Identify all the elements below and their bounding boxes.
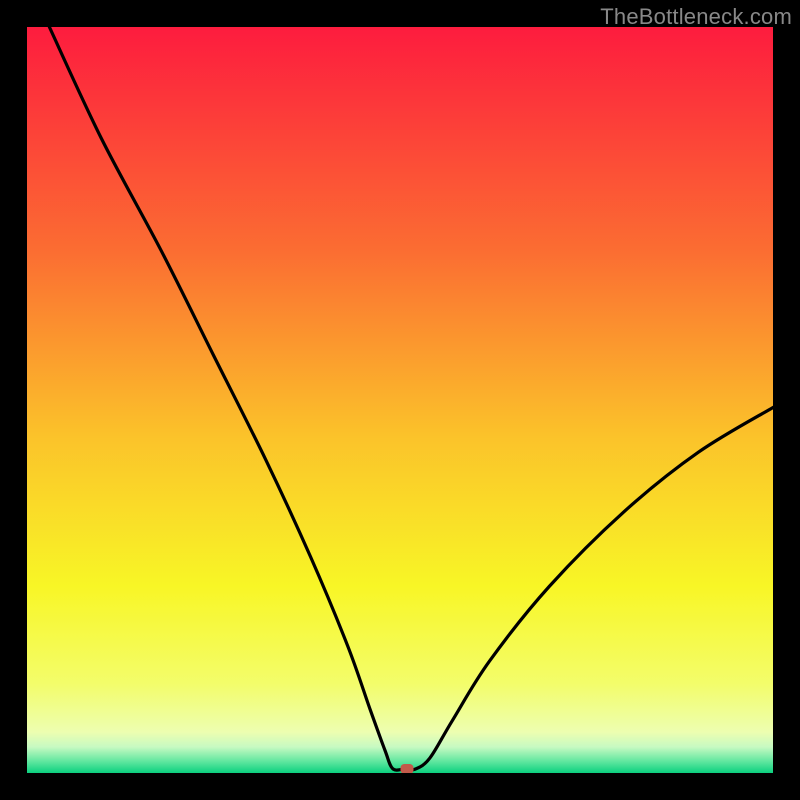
chart-frame: TheBottleneck.com	[0, 0, 800, 800]
bottleneck-curve	[27, 27, 773, 773]
optimal-point-marker	[401, 764, 414, 773]
watermark-text: TheBottleneck.com	[600, 4, 792, 30]
plot-area	[27, 27, 773, 773]
